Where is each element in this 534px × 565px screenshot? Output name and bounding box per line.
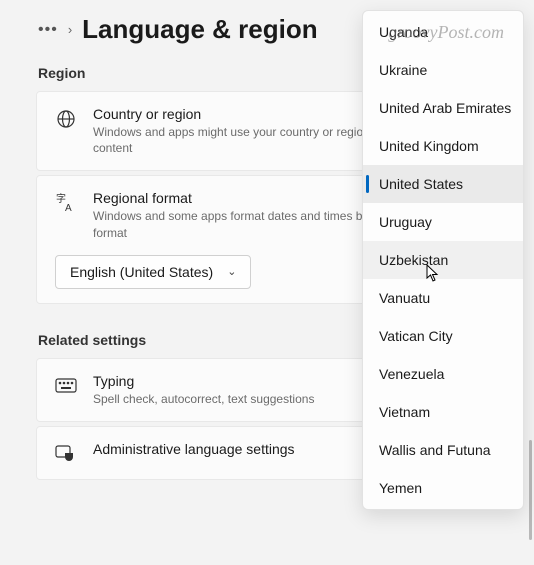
svg-text:A: A bbox=[65, 203, 72, 214]
dropdown-item[interactable]: Uruguay bbox=[363, 203, 523, 241]
admin-shield-icon bbox=[55, 443, 77, 465]
dropdown-item[interactable]: United Kingdom bbox=[363, 127, 523, 165]
page-title: Language & region bbox=[82, 14, 317, 45]
dropdown-item[interactable]: United Arab Emirates bbox=[363, 89, 523, 127]
dropdown-item[interactable]: Venezuela bbox=[363, 355, 523, 393]
country-dropdown[interactable]: UgandaUkraineUnited Arab EmiratesUnited … bbox=[362, 10, 524, 510]
dropdown-item[interactable]: Yemen bbox=[363, 469, 523, 507]
dropdown-item[interactable]: Vatican City bbox=[363, 317, 523, 355]
regional-format-select[interactable]: English (United States) ⌄ bbox=[55, 255, 251, 289]
dropdown-item[interactable]: Wallis and Futuna bbox=[363, 431, 523, 469]
chevron-right-icon: › bbox=[68, 22, 72, 37]
select-value: English (United States) bbox=[70, 264, 213, 280]
dropdown-item[interactable]: Vietnam bbox=[363, 393, 523, 431]
dropdown-item[interactable]: Vanuatu bbox=[363, 279, 523, 317]
dropdown-item[interactable]: Uzbekistan bbox=[363, 241, 523, 279]
dropdown-item[interactable]: Ukraine bbox=[363, 51, 523, 89]
chevron-down-icon: ⌄ bbox=[227, 265, 236, 278]
more-icon[interactable]: ••• bbox=[38, 21, 58, 39]
dropdown-item[interactable]: United States bbox=[363, 165, 523, 203]
scrollbar[interactable] bbox=[529, 440, 532, 540]
language-icon: 字 A bbox=[55, 192, 77, 214]
dropdown-item[interactable]: Uganda bbox=[363, 13, 523, 51]
keyboard-icon bbox=[55, 375, 77, 397]
globe-icon bbox=[55, 108, 77, 130]
